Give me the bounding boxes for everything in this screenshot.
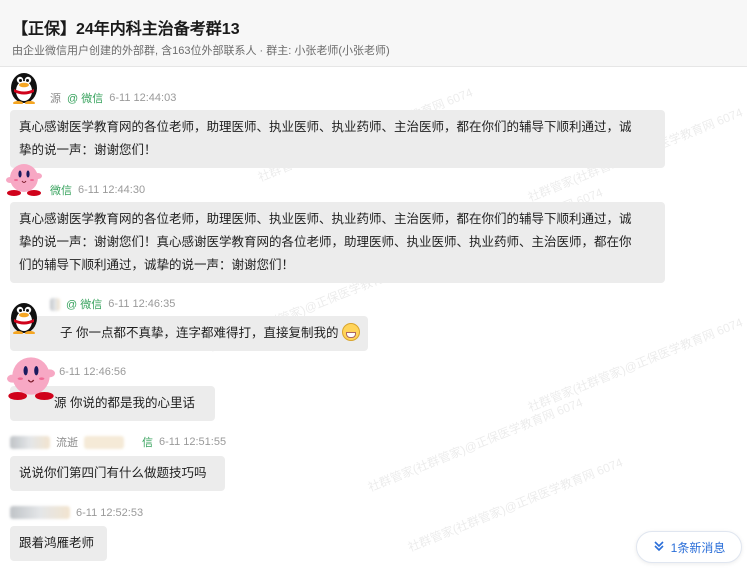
watermark: 社群管家(社群管家)@正保医学教育网 6074 — [405, 455, 625, 555]
message-meta: @ 微信 6-11 12:46:35 — [50, 296, 175, 312]
blurred-sender-name[interactable] — [10, 435, 50, 449]
message-line: 源 你说的都是我的心里话 — [54, 396, 195, 410]
watermark: 社群管家(社群管家)@正保医学教育网 6074 — [365, 395, 585, 495]
message-time: 6-11 12:51:55 — [159, 436, 227, 448]
blurred-sender-name — [84, 435, 124, 449]
watermark: 社群管家(社群管家)@正保医学教育网 6074 — [525, 315, 745, 415]
pink-creature-avatar[interactable] — [6, 160, 42, 196]
message-line: 说说你们第四门有什么做题技巧吗 — [19, 466, 207, 480]
grin-emoji-icon — [341, 323, 360, 341]
message-meta: 微信 6-11 12:44:30 — [50, 182, 145, 198]
blurred-sender-name[interactable] — [50, 297, 60, 311]
message-line: 跟着鸿雁老师 — [19, 536, 95, 550]
new-message-button[interactable]: 1条新消息 — [636, 531, 742, 563]
sender-name[interactable]: 源 — [50, 90, 61, 106]
source-tag: 信 — [142, 437, 153, 449]
pink-creature-avatar[interactable] — [2, 352, 60, 400]
message-meta: 流逝 信 6-11 12:51:55 — [10, 434, 226, 450]
message-bubble[interactable]: 跟着鸿雁老师 — [10, 526, 107, 561]
chat-header: 【正保】24年内科主治备考群13 由企业微信用户创建的外部群, 含163位外部联… — [0, 0, 747, 67]
message-bubble[interactable]: 说说你们第四门有什么做题技巧吗 — [10, 456, 225, 491]
source-tag: @ 微信 — [66, 299, 103, 311]
message-meta: 源 @ 微信 6-11 12:44:03 — [50, 90, 176, 106]
penguin-avatar[interactable] — [6, 298, 42, 335]
message-line: 挚的说一声：谢谢您们！真心感谢医学教育网的各位老师，助理医师、执业医师、执业药师… — [19, 235, 632, 249]
group-subtitle: 由企业微信用户创建的外部群, 含163位外部联系人 · 群主: 小张老师(小张老… — [12, 45, 390, 57]
message-line: 们的辅导下顺利通过，诚挚的说一声：谢谢您们！ — [19, 258, 295, 272]
chevron-double-down-icon — [653, 540, 665, 555]
source-tag: @ 微信 — [67, 93, 104, 105]
message-list[interactable]: 社群管家(社群管家)@正保医学教育网 6074 社群管家(社群管家)@正保医学教… — [0, 66, 747, 577]
message-bubble[interactable]: 真心感谢医学教育网的各位老师，助理医师、执业医师、执业药师、主治医师，都在你们的… — [10, 110, 665, 168]
source-tag: 微信 — [50, 185, 72, 197]
message-time: 6-11 12:46:35 — [108, 298, 176, 310]
message-line: 子 你一点都不真挚，连字都难得打，直接复制我的 — [60, 322, 360, 345]
message-meta: 6-11 12:52:53 — [10, 506, 143, 519]
message-line: 真心感谢医学教育网的各位老师，助理医师、执业医师、执业药师、主治医师，都在你们的… — [19, 212, 632, 226]
message-line: 真心感谢医学教育网的各位老师，助理医师、执业医师、执业药师、主治医师，都在你们的… — [19, 120, 632, 134]
blurred-sender-name[interactable] — [10, 506, 70, 519]
message-line: 挚的说一声：谢谢您们！ — [19, 143, 157, 157]
message-bubble[interactable]: 真心感谢医学教育网的各位老师，助理医师、执业医师、执业药师、主治医师，都在你们的… — [10, 202, 665, 283]
message-meta: 6-11 12:46:56 — [50, 366, 126, 378]
message-time: 6-11 12:46:56 — [59, 366, 127, 378]
sender-name[interactable]: 流逝 — [56, 434, 78, 450]
message-bubble[interactable]: 子 你一点都不真挚，连字都难得打，直接复制我的 — [10, 316, 368, 351]
message-time: 6-11 12:44:30 — [78, 184, 146, 196]
new-message-label: 1条新消息 — [670, 540, 726, 555]
message-time: 6-11 12:52:53 — [76, 506, 144, 519]
group-title[interactable]: 【正保】24年内科主治备考群13 — [12, 15, 240, 39]
penguin-avatar[interactable] — [6, 68, 42, 105]
message-time: 6-11 12:44:03 — [109, 92, 177, 104]
